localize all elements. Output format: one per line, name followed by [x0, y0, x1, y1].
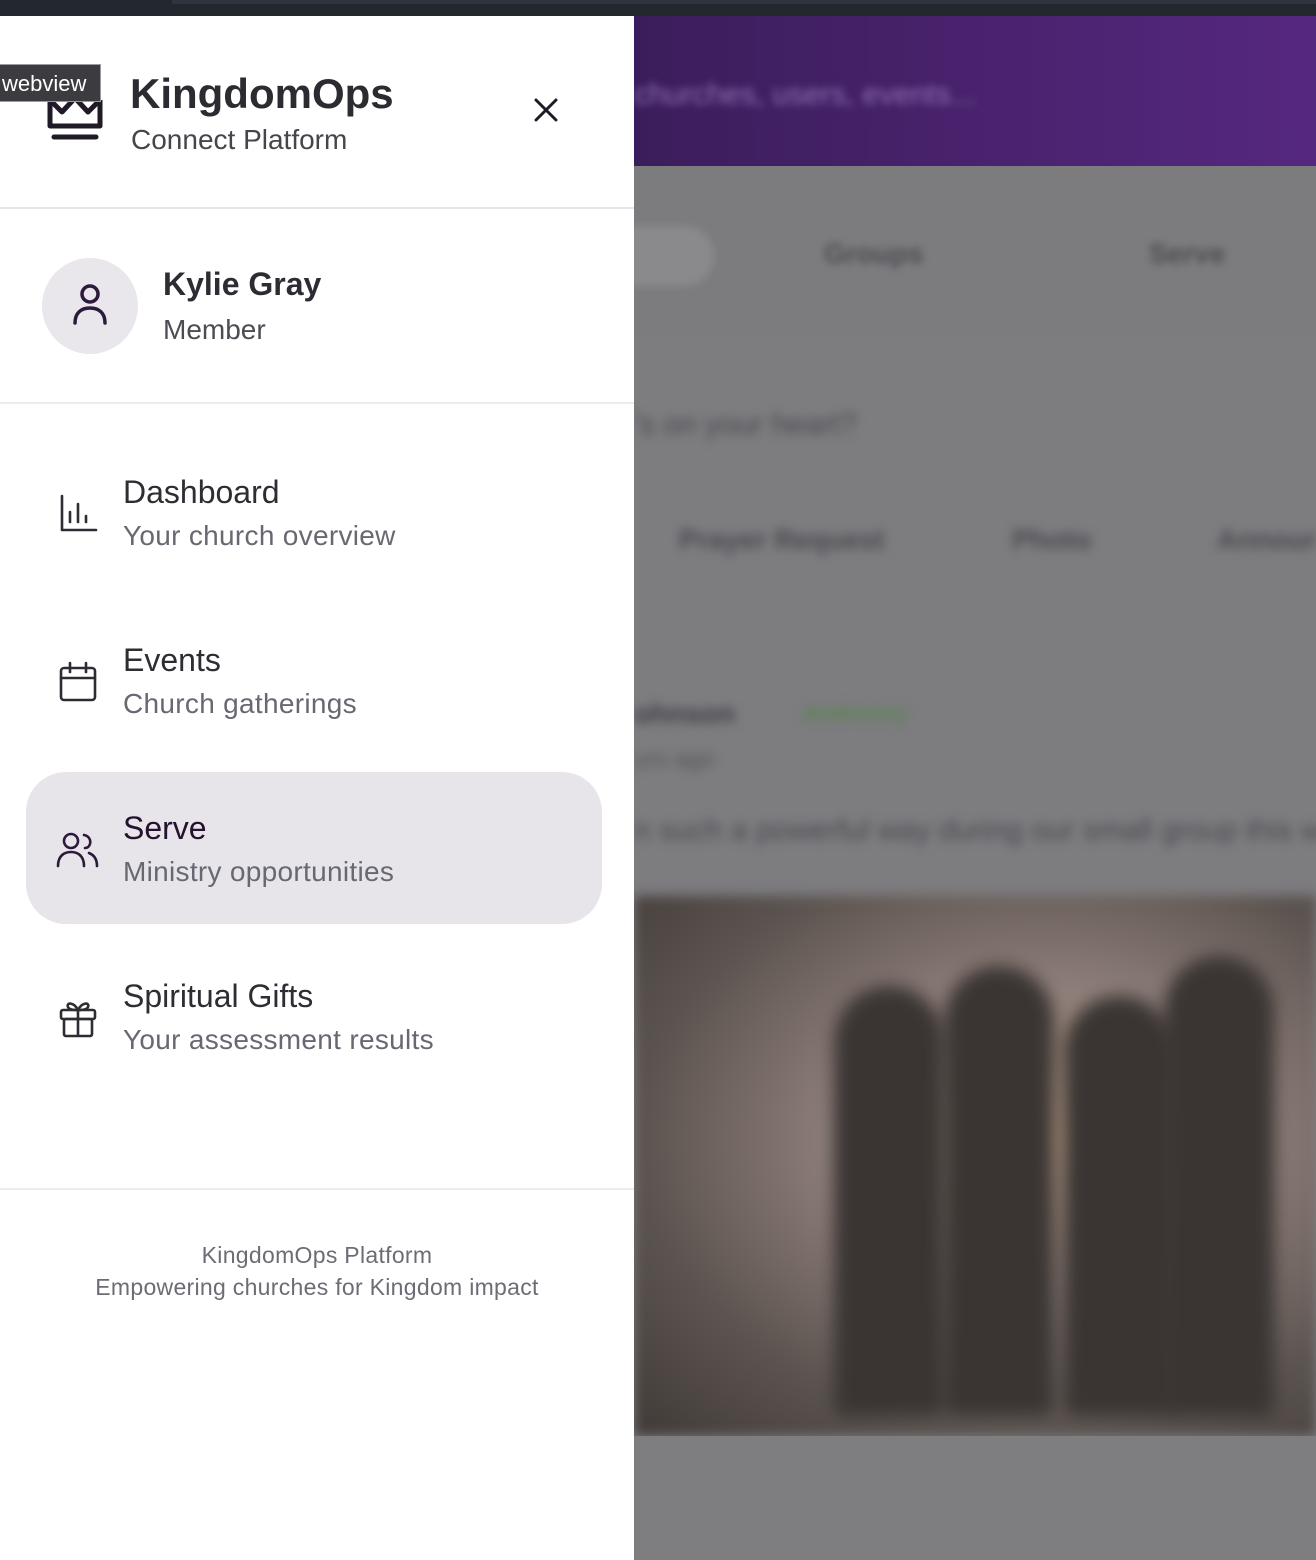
background-post-text: n such a powerful way during our small g…: [634, 814, 1316, 847]
nav-item-title: Serve: [123, 810, 207, 846]
bar-chart-icon: [56, 492, 100, 536]
nav-item-spiritual-gifts[interactable]: Spiritual Gifts Your assessment results: [26, 940, 602, 1092]
background-tab-groups: Groups: [824, 238, 924, 269]
window-top-bar: [0, 0, 1316, 16]
user-icon: [72, 283, 108, 330]
background-post-badge: testimony: [804, 700, 907, 727]
background-post-photo: [634, 896, 1316, 1436]
background-tab-serve: Serve: [1149, 238, 1226, 269]
background-header: churches, users, events...: [634, 16, 1316, 166]
nav-item-title: Events: [123, 642, 221, 678]
drawer-header: KingdomOps Connect Platform: [0, 16, 634, 209]
nav-item-title: Dashboard: [123, 474, 280, 510]
background-action-photo: Photo: [1012, 524, 1092, 555]
footer-tagline: Empowering churches for Kingdom impact: [95, 1274, 539, 1300]
background-composer-prompt: 's on your heart?: [634, 408, 857, 441]
gift-icon: [56, 996, 100, 1040]
avatar: [42, 258, 138, 354]
user-role: Member: [163, 314, 266, 345]
background-post-time: urs ago: [634, 746, 715, 773]
background-active-tab: [634, 226, 714, 286]
background-search-text: churches, users, events...: [634, 78, 976, 111]
nav-item-subtitle: Ministry opportunities: [123, 856, 395, 887]
nav-item-subtitle: Your assessment results: [123, 1024, 434, 1055]
app-title: KingdomOps: [130, 70, 394, 117]
navigation-drawer: KingdomOps Connect Platform webview Kyli…: [0, 16, 634, 1560]
users-icon: [56, 828, 100, 872]
drawer-footer: KingdomOps Platform Empowering churches …: [0, 1188, 634, 1560]
calendar-icon: [56, 660, 100, 704]
footer-platform-name: KingdomOps Platform: [201, 1242, 433, 1268]
background-app: churches, users, events... Groups Serve …: [634, 16, 1316, 1560]
nav-item-events[interactable]: Events Church gatherings: [26, 604, 602, 756]
background-action-prayer: Prayer Request: [679, 524, 885, 555]
user-profile[interactable]: Kylie Gray Member: [0, 210, 634, 404]
close-icon: [534, 98, 558, 127]
nav-item-serve[interactable]: Serve Ministry opportunities: [26, 772, 602, 924]
background-tabs: Groups Serve: [634, 166, 1316, 336]
close-drawer-button[interactable]: [526, 92, 566, 132]
background-post-footer: [634, 1436, 1316, 1560]
nav-item-title: Spiritual Gifts: [123, 978, 314, 1014]
nav-item-subtitle: Church gatherings: [123, 688, 357, 719]
nav-item-dashboard[interactable]: Dashboard Your church overview: [26, 436, 602, 588]
nav-item-subtitle: Your church overview: [123, 520, 396, 551]
webview-tooltip: webview: [0, 64, 102, 102]
background-action-announcement: Annour: [1217, 524, 1316, 555]
background-post-author: ohnson: [634, 698, 736, 729]
app-subtitle: Connect Platform: [131, 124, 348, 155]
user-name: Kylie Gray: [163, 266, 322, 302]
